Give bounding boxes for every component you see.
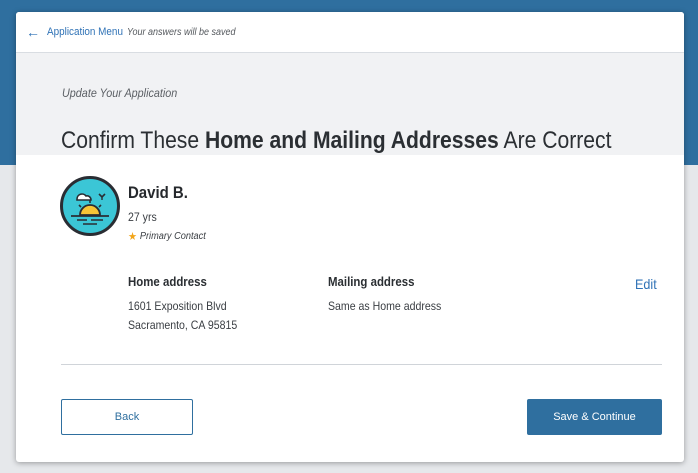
top-navigation-bar: ← Application Menu Your answers will be …: [16, 12, 684, 53]
mailing-address-heading: Mailing address: [328, 274, 415, 289]
primary-contact-label: Primary Contact: [139, 231, 206, 242]
primary-contact-badge: ★ Primary Contact: [128, 230, 206, 243]
home-address-line2: Sacramento, CA 95815: [128, 318, 238, 332]
sunrise-illustration: [71, 193, 109, 225]
home-address-heading: Home address: [128, 274, 207, 289]
section-divider: [61, 364, 662, 365]
save-continue-button[interactable]: Save & Continue: [527, 399, 662, 435]
home-address-line1: 1601 Exposition Blvd: [128, 299, 227, 313]
mailing-address-value: Same as Home address: [328, 299, 442, 313]
page-title-end: Are Correct: [498, 127, 612, 155]
page-title: Confirm These Home and Mailing Addresses…: [61, 127, 611, 155]
star-icon: ★: [128, 231, 138, 243]
application-menu-link[interactable]: Application Menu: [47, 26, 123, 38]
page-eyebrow: Update Your Application: [62, 86, 178, 100]
autosave-note: Your answers will be saved: [127, 26, 236, 38]
page-header: Update Your Application Confirm These Ho…: [16, 53, 684, 155]
sunrise-avatar-icon: [60, 176, 120, 236]
back-button[interactable]: Back: [61, 399, 193, 435]
edit-address-link[interactable]: Edit: [635, 276, 657, 292]
contact-name: David B.: [128, 183, 188, 202]
application-card: ← Application Menu Your answers will be …: [16, 12, 684, 462]
page-title-emphasis: Home and Mailing Addresses: [204, 127, 499, 155]
arrow-left-icon[interactable]: ←: [26, 25, 40, 39]
contact-age: 27 yrs: [128, 210, 157, 224]
page-title-start: Confirm These: [61, 127, 205, 155]
